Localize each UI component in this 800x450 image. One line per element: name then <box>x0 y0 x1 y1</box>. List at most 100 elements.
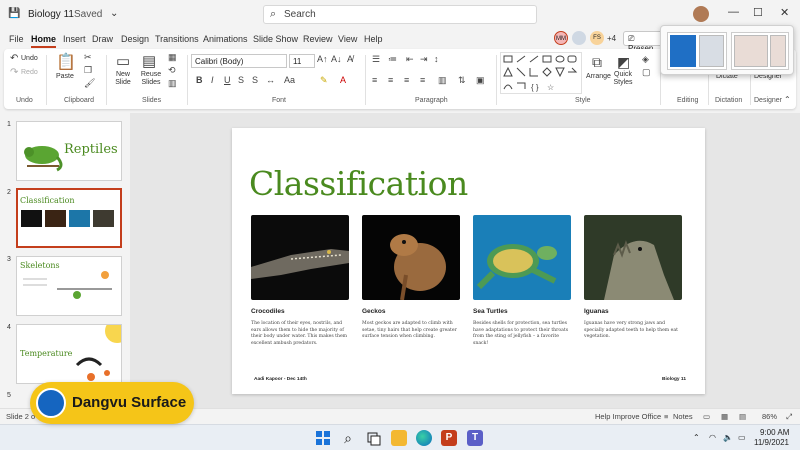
tab-draw[interactable]: Draw <box>92 34 113 44</box>
reading-view-icon[interactable]: ▤ <box>739 412 746 421</box>
quick-styles-button[interactable]: Quick Styles <box>611 71 635 87</box>
snap-layout-option[interactable] <box>731 32 789 70</box>
collapse-ribbon-icon[interactable]: ⌃ <box>784 95 791 104</box>
chevron-up-icon[interactable]: ⌃ <box>693 433 700 442</box>
new-slide-button[interactable]: New Slide <box>110 71 136 87</box>
windows-start-icon[interactable] <box>315 430 331 446</box>
tab-review[interactable]: Review <box>303 34 333 44</box>
zoom-level[interactable]: 86% <box>762 412 777 421</box>
crocodile-image[interactable] <box>251 215 349 300</box>
chevron-down-icon[interactable]: ⌄ <box>110 8 118 19</box>
tab-design[interactable]: Design <box>121 34 149 44</box>
grow-font-icon[interactable]: A↑ <box>317 54 328 64</box>
slide-thumbnail-4[interactable]: Temperature <box>16 324 122 384</box>
align-center-icon[interactable]: ≡ <box>388 75 393 85</box>
line-spacing-icon[interactable]: ↕ <box>434 54 439 64</box>
sea-turtle-image[interactable] <box>473 215 571 300</box>
clock-time[interactable]: 9:00 AM <box>760 428 789 437</box>
bullets-icon[interactable]: ☰ <box>372 54 380 65</box>
tab-home[interactable]: Home <box>31 34 57 48</box>
paste-button[interactable]: Paste <box>56 73 74 80</box>
volume-icon[interactable]: 🔈 <box>723 433 733 442</box>
highlight-icon[interactable]: ✎ <box>320 75 328 86</box>
search-icon[interactable]: ⌕ <box>340 430 356 446</box>
snap-layout-option[interactable] <box>667 32 727 70</box>
current-slide[interactable]: Classification Crocodiles The location o… <box>232 128 705 394</box>
user-avatar[interactable] <box>693 6 709 22</box>
collaborator-avatar[interactable]: FS <box>590 31 604 45</box>
reset-icon[interactable]: ⟲ <box>168 65 176 76</box>
redo-button[interactable]: Redo <box>21 69 38 76</box>
italic-icon[interactable]: I <box>211 75 214 85</box>
slide-footer-title[interactable]: Biology 11 <box>662 377 686 382</box>
maximize-icon[interactable]: ☐ <box>753 6 763 19</box>
justify-icon[interactable]: ≡ <box>420 75 425 85</box>
slide-footer-author[interactable]: Aadi Kapoor - Dec 14th <box>254 377 307 382</box>
slide-thumbnail-1[interactable]: Reptiles <box>16 121 122 181</box>
card-description[interactable]: Most geckos are adapted to climb with se… <box>362 321 462 341</box>
cut-icon[interactable]: ✂ <box>84 52 92 63</box>
wifi-icon[interactable]: ◠ <box>709 433 716 442</box>
card-description[interactable]: The location of their eyes, nostrils, an… <box>251 321 351 347</box>
section-icon[interactable]: ▥ <box>168 78 177 89</box>
present-button[interactable]: ⎚ Presen <box>623 31 665 53</box>
help-improve-office[interactable]: Help Improve Office <box>595 412 661 421</box>
tab-animations[interactable]: Animations <box>203 34 248 44</box>
align-left-icon[interactable]: ≡ <box>372 75 377 85</box>
normal-view-icon[interactable]: ▭ <box>703 412 710 421</box>
arrange-icon[interactable]: ⧉ <box>592 54 602 71</box>
reuse-slides-icon[interactable]: ▤ <box>142 52 156 70</box>
change-case-icon[interactable]: Aa <box>284 75 295 85</box>
battery-icon[interactable]: ▭ <box>738 433 746 442</box>
underline-icon[interactable]: U <box>224 75 231 85</box>
tab-slide-show[interactable]: Slide Show <box>253 34 298 44</box>
shadow-icon[interactable]: S <box>252 75 258 85</box>
slide-title[interactable]: Classification <box>249 164 468 203</box>
task-view-icon[interactable] <box>366 430 382 446</box>
decrease-indent-icon[interactable]: ⇤ <box>406 54 414 65</box>
layout-icon[interactable]: ▦ <box>168 52 177 63</box>
notes-button[interactable]: Notes <box>673 412 693 421</box>
card-title[interactable]: Crocodiles <box>251 308 285 315</box>
new-slide-icon[interactable]: ▭ <box>116 52 130 70</box>
slide-thumbnail-3[interactable]: Skeletons <box>16 256 122 316</box>
copy-icon[interactable]: ❐ <box>84 65 92 76</box>
reuse-slides-button[interactable]: Reuse Slides <box>138 71 164 87</box>
strikethrough-icon[interactable]: S <box>238 75 244 85</box>
collaborator-avatar[interactable] <box>572 31 586 45</box>
collaborator-count[interactable]: +4 <box>607 34 616 43</box>
collaborator-avatar[interactable]: MM <box>554 31 568 45</box>
columns-icon[interactable]: ▥ <box>438 75 447 86</box>
shrink-font-icon[interactable]: A↓ <box>331 54 342 64</box>
card-title[interactable]: Geckos <box>362 308 386 315</box>
shape-fill-icon[interactable]: ◈ <box>642 54 649 65</box>
increase-indent-icon[interactable]: ⇥ <box>420 54 428 65</box>
clear-formatting-icon[interactable]: A̸ <box>347 54 353 64</box>
search-input[interactable]: ⌕ Search <box>263 5 537 24</box>
tab-help[interactable]: Help <box>364 34 383 44</box>
fit-to-window-icon[interactable]: ⤢ <box>786 412 792 422</box>
bold-icon[interactable]: B <box>196 75 203 85</box>
powerpoint-icon[interactable]: P <box>441 430 457 446</box>
document-title[interactable]: Biology 11 <box>28 9 74 20</box>
numbering-icon[interactable]: ≔ <box>388 54 397 65</box>
redo-icon[interactable]: ↷ <box>10 67 18 78</box>
iguana-image[interactable] <box>584 215 682 300</box>
undo-button[interactable]: Undo <box>21 55 38 62</box>
text-direction-icon[interactable]: ⇅ <box>458 75 466 86</box>
slide-thumbnail-2[interactable]: Classification <box>16 188 122 248</box>
teams-icon[interactable]: T <box>467 430 483 446</box>
card-title[interactable]: Sea Turtles <box>473 308 508 315</box>
undo-icon[interactable]: ↶ <box>10 53 18 64</box>
slide-thumbnail-panel[interactable]: 1 Reptiles 2 Classification 3 Skeletons … <box>0 113 130 408</box>
shape-outline-icon[interactable]: ▢ <box>642 67 651 78</box>
tab-view[interactable]: View <box>338 34 357 44</box>
notes-icon[interactable]: ≡ <box>664 412 668 421</box>
tab-file[interactable]: File <box>9 34 24 44</box>
font-color-icon[interactable]: A <box>340 75 346 85</box>
quick-styles-icon[interactable]: ◩ <box>617 54 630 71</box>
tab-insert[interactable]: Insert <box>63 34 86 44</box>
file-explorer-icon[interactable] <box>391 430 407 446</box>
slide-sorter-icon[interactable]: ▦ <box>721 412 728 421</box>
card-description[interactable]: Besides shells for protection, sea turtl… <box>473 321 573 347</box>
